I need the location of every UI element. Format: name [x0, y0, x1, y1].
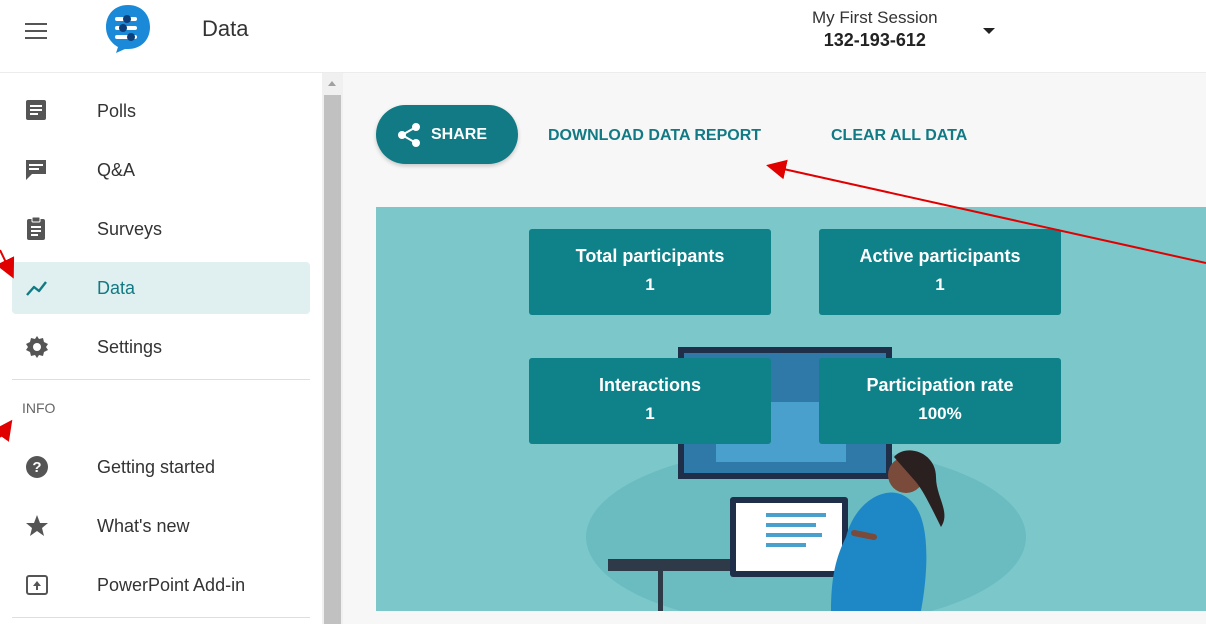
sidebar-item-label: PowerPoint Add-in — [97, 575, 246, 595]
sidebar-item-label: Q&A — [97, 160, 136, 180]
stats-panel: Total participants 1 Active participants… — [376, 207, 1206, 611]
stat-label: Participation rate — [866, 375, 1014, 395]
stat-value: 1 — [645, 404, 655, 423]
download-data-report-button[interactable]: DOWNLOAD DATA REPORT — [548, 127, 761, 145]
stat-card-participation-rate: Participation rate 100% — [819, 358, 1061, 444]
page-title: Data — [202, 16, 249, 41]
sidebar-item-label: Surveys — [97, 219, 163, 239]
stat-label: Total participants — [575, 246, 725, 266]
sidebar: Polls Q&A Surveys Data Settings INFO ? G… — [0, 73, 322, 624]
sidebar-item-qa[interactable]: Q&A — [12, 144, 310, 196]
sidebar-divider — [12, 617, 310, 618]
top-bar: Data My First Session 132-193-612 — [0, 0, 1206, 73]
gear-icon — [26, 336, 48, 358]
clear-all-data-button[interactable]: CLEAR ALL DATA — [831, 127, 967, 145]
sidebar-item-label: Settings — [97, 337, 163, 357]
session-code: 132-193-612 — [823, 30, 926, 50]
stat-card-interactions: Interactions 1 — [529, 358, 771, 444]
stat-value: 100% — [918, 404, 962, 423]
trend-icon — [26, 281, 47, 296]
presentation-illustration — [586, 347, 1026, 611]
main-content: SHARE DOWNLOAD DATA REPORT CLEAR ALL DAT… — [343, 73, 1206, 624]
stat-label: Interactions — [598, 375, 702, 395]
sidebar-item-polls[interactable]: Polls — [12, 85, 310, 137]
stat-label: Active participants — [859, 246, 1021, 266]
upload-icon — [26, 575, 48, 595]
sidebar-item-label: Data — [97, 278, 136, 298]
session-selector[interactable]: My First Session 132-193-612 — [812, 8, 938, 51]
stat-card-active-participants: Active participants 1 — [819, 229, 1061, 315]
star-icon — [26, 515, 48, 536]
svg-text:?: ? — [32, 459, 41, 476]
sidebar-item-getting-started[interactable]: ? Getting started — [12, 441, 310, 493]
help-icon: ? — [26, 456, 48, 478]
share-icon — [398, 123, 420, 147]
sidebar-item-label: What's new — [97, 516, 190, 536]
share-label: SHARE — [431, 126, 488, 143]
stat-value: 1 — [935, 275, 945, 294]
sidebar-item-data[interactable]: Data — [12, 262, 310, 314]
poll-icon — [26, 100, 46, 120]
sidebar-item-whats-new[interactable]: What's new — [12, 500, 310, 552]
survey-icon — [27, 216, 45, 240]
chevron-down-icon[interactable] — [983, 28, 995, 34]
scroll-up-icon[interactable] — [328, 81, 336, 86]
app-logo-icon — [106, 5, 150, 53]
sidebar-divider — [12, 379, 310, 380]
sidebar-item-surveys[interactable]: Surveys — [12, 203, 310, 255]
sidebar-scrollbar[interactable] — [322, 73, 343, 624]
share-button[interactable]: SHARE — [376, 105, 518, 164]
sidebar-item-powerpoint-addin[interactable]: PowerPoint Add-in — [12, 559, 310, 611]
stat-card-total-participants: Total participants 1 — [529, 229, 771, 315]
session-name: My First Session — [812, 8, 938, 27]
scrollbar-thumb[interactable] — [324, 95, 341, 624]
sidebar-item-settings[interactable]: Settings — [12, 321, 310, 373]
info-section-header: INFO — [22, 400, 56, 416]
menu-icon[interactable] — [25, 23, 47, 41]
stat-value: 1 — [645, 275, 655, 294]
qa-icon — [26, 160, 46, 180]
sidebar-item-label: Polls — [97, 101, 137, 121]
sidebar-item-label: Getting started — [97, 457, 216, 477]
